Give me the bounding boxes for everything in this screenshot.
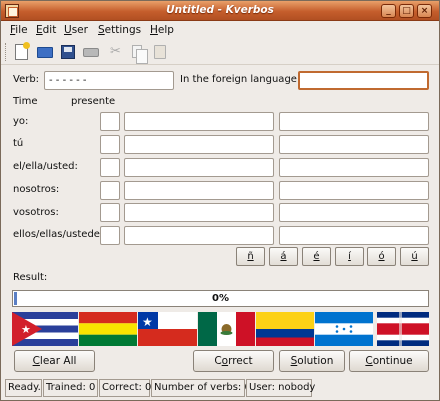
pronoun-field[interactable] xyxy=(100,203,120,222)
menu-user[interactable]: User xyxy=(64,24,88,36)
solution-button[interactable]: Solution xyxy=(279,350,345,372)
verb-field[interactable] xyxy=(44,71,174,90)
app-window: Untitled - Kverbos _ □ × File Edit User … xyxy=(0,0,440,401)
progress-text: 0% xyxy=(212,293,229,304)
person-label-vosotros: vosotros: xyxy=(13,207,59,218)
person-label-ellos-ellas-ustedes: ellos/ellas/ustede xyxy=(13,229,100,240)
time-value: presente xyxy=(71,96,116,107)
menu-bar: File Edit User Settings Help xyxy=(1,21,439,39)
minimize-button[interactable]: _ xyxy=(381,4,396,18)
menu-help[interactable]: Help xyxy=(150,24,174,36)
cuba-flag-icon: ★ xyxy=(12,312,78,346)
colombia-flag-icon xyxy=(256,312,314,346)
pronoun-field[interactable] xyxy=(100,181,120,200)
accent-button-a[interactable]: á xyxy=(269,247,298,266)
toolbar: ✂ xyxy=(1,39,439,65)
status-correct: Correct: 0 xyxy=(99,379,151,397)
title-bar[interactable]: Untitled - Kverbos _ □ × xyxy=(1,1,439,21)
foreign-language-label: In the foreign language: xyxy=(180,74,301,85)
conjugation-part2-field[interactable] xyxy=(279,203,429,222)
conjugation-field[interactable] xyxy=(124,158,274,177)
window-title: Untitled - Kverbos xyxy=(166,4,274,16)
conjugation-part2-field[interactable] xyxy=(279,226,429,245)
svg-text:★: ★ xyxy=(142,315,153,329)
verb-label: Verb: xyxy=(13,74,40,85)
open-folder-icon[interactable] xyxy=(36,43,54,61)
accent-button-o[interactable]: ó xyxy=(367,247,396,266)
maximize-button[interactable]: □ xyxy=(399,4,414,18)
pronoun-field[interactable] xyxy=(100,226,120,245)
conjugation-part2-field[interactable] xyxy=(279,112,429,131)
mexico-flag-icon xyxy=(198,312,255,346)
conjugation-field[interactable] xyxy=(124,112,274,131)
pronoun-field[interactable] xyxy=(100,135,120,154)
person-label-tu: tú xyxy=(13,138,24,149)
copy-icon[interactable] xyxy=(129,43,148,64)
toolbar-grip[interactable] xyxy=(5,43,8,61)
accent-button-u[interactable]: ú xyxy=(400,247,429,266)
status-ready: Ready. xyxy=(5,379,42,397)
person-label-nosotros: nosotros: xyxy=(13,184,60,195)
status-number-of-verbs: Number of verbs: 0 xyxy=(151,379,251,397)
accent-button-i[interactable]: í xyxy=(335,247,364,266)
print-icon[interactable] xyxy=(82,43,100,61)
result-progress-bar: 0% xyxy=(12,290,429,307)
new-document-icon[interactable] xyxy=(13,42,31,61)
person-label-yo: yo: xyxy=(13,116,29,127)
honduras-flag-icon xyxy=(315,312,373,346)
menu-edit[interactable]: Edit xyxy=(36,24,56,36)
cut-icon[interactable]: ✂ xyxy=(107,43,125,61)
close-button[interactable]: × xyxy=(417,4,432,18)
pronoun-field[interactable] xyxy=(100,112,120,131)
conjugation-part2-field[interactable] xyxy=(279,158,429,177)
conjugation-part2-field[interactable] xyxy=(279,181,429,200)
result-label: Result: xyxy=(13,272,48,283)
paste-icon[interactable] xyxy=(151,43,169,61)
conjugation-part2-field[interactable] xyxy=(279,135,429,154)
clear-all-button[interactable]: Clear All xyxy=(14,350,95,372)
status-trained: Trained: 0 xyxy=(43,379,98,397)
accent-button-n-tilde[interactable]: ñ xyxy=(236,247,265,266)
time-label: Time xyxy=(13,96,38,107)
conjugation-field[interactable] xyxy=(124,135,274,154)
status-user: User: nobody xyxy=(246,379,315,397)
bolivia-flag-icon xyxy=(79,312,137,346)
chile-flag-icon: ★ xyxy=(138,312,197,346)
person-label-el-ella-usted: el/ella/usted: xyxy=(13,161,78,172)
continue-button[interactable]: Continue xyxy=(349,350,429,372)
menu-file[interactable]: File xyxy=(10,24,28,36)
conjugation-field[interactable] xyxy=(124,203,274,222)
conjugation-field[interactable] xyxy=(124,181,274,200)
svg-text:★: ★ xyxy=(21,323,31,336)
menu-settings[interactable]: Settings xyxy=(98,24,141,36)
conjugation-field[interactable] xyxy=(124,226,274,245)
pronoun-field[interactable] xyxy=(100,158,120,177)
costa-rica-flag-icon xyxy=(374,312,429,346)
save-icon[interactable] xyxy=(59,43,77,61)
correct-button[interactable]: Correct xyxy=(193,350,274,372)
accent-button-e[interactable]: é xyxy=(302,247,331,266)
foreign-language-field[interactable] xyxy=(298,71,429,90)
